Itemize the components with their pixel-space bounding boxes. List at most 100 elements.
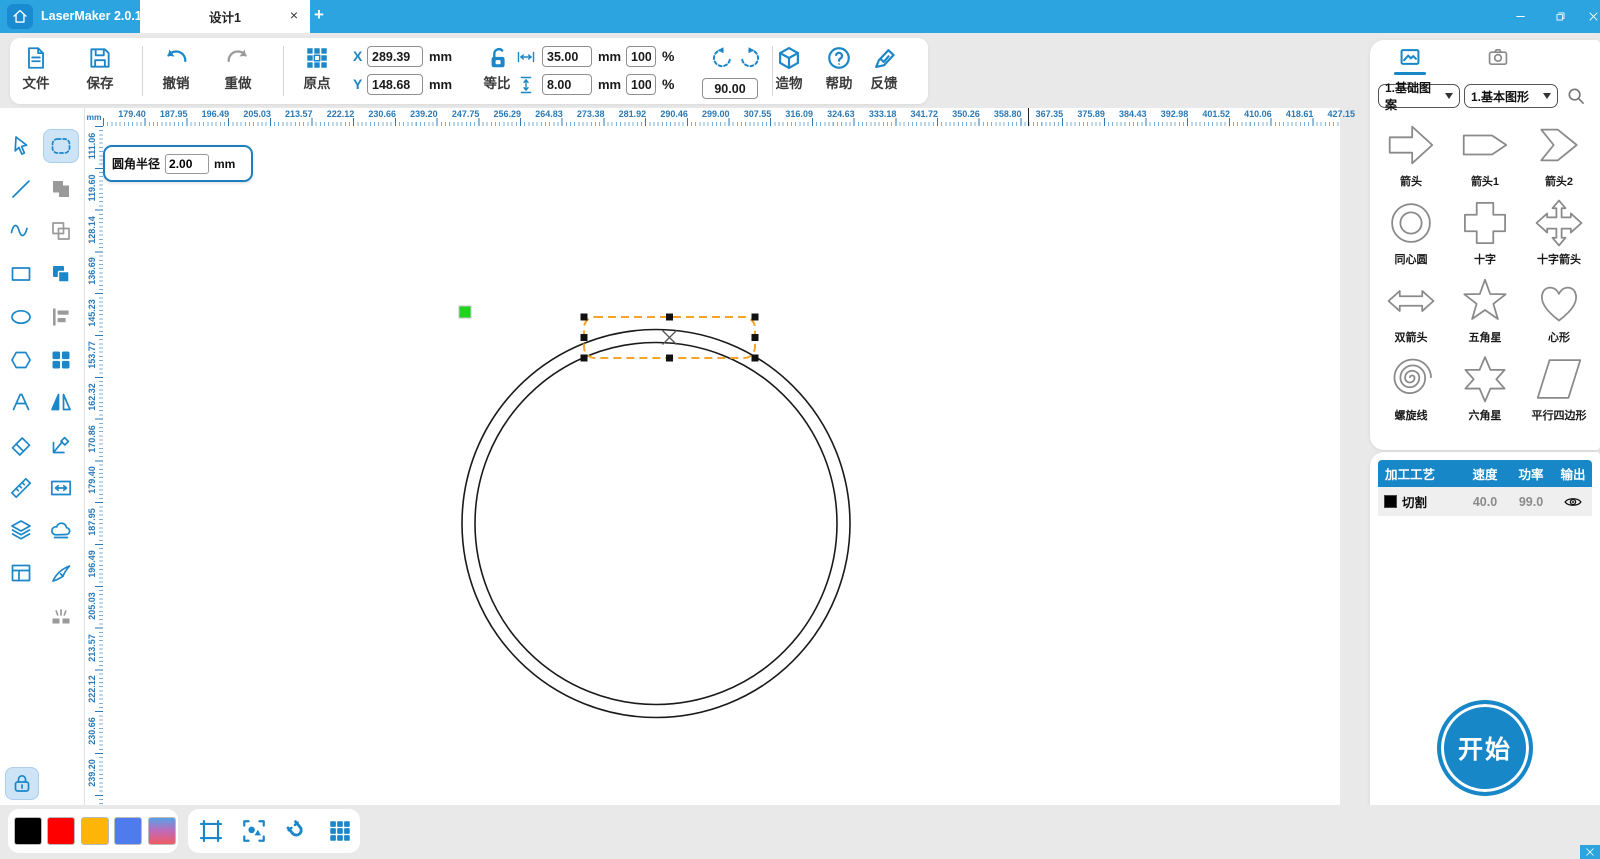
rotate-angle-input[interactable]: [702, 78, 758, 99]
shape-label: 十字箭头: [1522, 251, 1596, 267]
layers-tool[interactable]: [4, 514, 38, 546]
selection-handle[interactable]: [581, 314, 588, 321]
width-percent-input[interactable]: [626, 46, 656, 67]
shape-star-5[interactable]: 五角星: [1448, 273, 1522, 351]
break-apart-tool[interactable]: [44, 600, 78, 632]
selection-handle[interactable]: [752, 355, 759, 362]
restore-button[interactable]: [1552, 8, 1569, 25]
text-tool[interactable]: [4, 386, 38, 418]
undo-button[interactable]: 撤销: [150, 43, 202, 93]
ruler-tick-label: 401.52: [1195, 109, 1237, 119]
shape-arrow-pentagon[interactable]: 箭头1: [1448, 117, 1522, 195]
ellipse-tool[interactable]: [4, 301, 38, 333]
undo-icon: [163, 45, 189, 71]
selection-handle[interactable]: [581, 334, 588, 341]
tab-design1[interactable]: 设计1 ×: [140, 0, 310, 33]
new-tab-button[interactable]: +: [314, 5, 324, 25]
design-outer-circle[interactable]: [462, 330, 850, 718]
shape-cross-arrows[interactable]: 十字箭头: [1522, 195, 1596, 273]
fillet-radius-input[interactable]: [165, 154, 209, 174]
process-row[interactable]: 切割40.099.0: [1378, 487, 1592, 516]
drag-canvas-tool-icon: [49, 518, 73, 542]
cross-arrows-icon: [1533, 197, 1585, 249]
pen-tool[interactable]: [44, 557, 78, 589]
height-percent-input[interactable]: [626, 74, 656, 95]
ruler-tool[interactable]: [4, 472, 38, 504]
template-tool[interactable]: [4, 557, 38, 589]
intersect-tool[interactable]: [44, 258, 78, 290]
ruler-tick-label: 264.83: [528, 109, 570, 119]
curve-tool[interactable]: [4, 215, 38, 247]
design-inner-circle[interactable]: [475, 343, 837, 705]
shape-double-arrow[interactable]: 双箭头: [1374, 273, 1448, 351]
array-tool[interactable]: [44, 344, 78, 376]
shape-parallelogram[interactable]: 平行四边形: [1522, 351, 1596, 429]
shape-label: 五角星: [1448, 329, 1522, 345]
workspace-frame-button[interactable]: [196, 816, 226, 846]
angle-measure-tool[interactable]: [44, 429, 78, 461]
redo-button[interactable]: 重做: [212, 43, 264, 93]
polygon-tool[interactable]: [4, 344, 38, 376]
shape-arrow-chevron[interactable]: 箭头2: [1522, 117, 1596, 195]
rotate-ccw-icon[interactable]: [710, 46, 734, 70]
category-dropdown-1[interactable]: 1.基础图案: [1378, 84, 1460, 108]
mirror-tool[interactable]: [44, 386, 78, 418]
save-button[interactable]: 保存: [74, 43, 126, 93]
minimize-button[interactable]: [1512, 8, 1529, 25]
shape-spiral[interactable]: 螺旋线: [1374, 351, 1448, 429]
search-icon[interactable]: [1566, 86, 1586, 106]
home-button[interactable]: [7, 4, 33, 29]
feedback-button[interactable]: 反馈: [858, 43, 910, 93]
y-position-input[interactable]: [367, 74, 423, 95]
color-swatch-black[interactable]: [14, 817, 42, 845]
color-swatch-blue[interactable]: [114, 817, 142, 845]
color-swatch-gradient[interactable]: [148, 817, 176, 845]
shape-concentric-circles[interactable]: 同心圆: [1374, 195, 1448, 273]
rectangle-tool[interactable]: [4, 258, 38, 290]
start-button[interactable]: 开始: [1437, 700, 1533, 796]
shape-cross[interactable]: 十字: [1448, 195, 1522, 273]
preview-fit-button[interactable]: [239, 816, 269, 846]
selection-handle[interactable]: [666, 314, 673, 321]
align-tool[interactable]: [44, 301, 78, 333]
close-button[interactable]: [1585, 8, 1600, 25]
shape-star-6[interactable]: 六角星: [1448, 351, 1522, 429]
process-header-col: 加工工艺: [1378, 464, 1462, 483]
dimension-tool[interactable]: [44, 472, 78, 504]
fillet-tool[interactable]: [44, 130, 78, 162]
selection-handle[interactable]: [752, 334, 759, 341]
shape-arrow-right[interactable]: 箭头: [1374, 117, 1448, 195]
width-input[interactable]: [542, 46, 592, 67]
selection-handle[interactable]: [581, 355, 588, 362]
selection-handle[interactable]: [666, 355, 673, 362]
eraser-tool[interactable]: [4, 429, 38, 461]
grid-toggle-button[interactable]: [325, 816, 355, 846]
weld-tool[interactable]: [44, 173, 78, 205]
canvas-tools-bar: [188, 809, 360, 853]
rotate-cw-icon[interactable]: [738, 46, 762, 70]
origin-marker[interactable]: [459, 306, 471, 318]
snap-magnet-button[interactable]: [282, 816, 312, 846]
file-button[interactable]: 文件: [10, 43, 62, 93]
line-tool[interactable]: [4, 173, 38, 205]
subtract-tool[interactable]: [44, 215, 78, 247]
build-button[interactable]: 造物: [763, 43, 815, 93]
category-dropdown-2[interactable]: 1.基本图形: [1464, 84, 1558, 108]
notification-chip[interactable]: [1580, 845, 1600, 859]
tab-camera[interactable]: [1484, 46, 1512, 68]
origin-button[interactable]: 原点: [291, 43, 343, 93]
select-tool[interactable]: [4, 130, 38, 162]
x-position-input[interactable]: [367, 46, 423, 67]
height-input[interactable]: [542, 74, 592, 95]
shape-heart[interactable]: 心形: [1522, 273, 1596, 351]
drag-canvas-tool[interactable]: [44, 514, 78, 546]
design-canvas[interactable]: [103, 126, 1340, 805]
tab-graphics-library[interactable]: [1396, 46, 1424, 68]
eye-icon[interactable]: [1563, 492, 1583, 512]
color-swatch-orange[interactable]: [81, 817, 109, 845]
selection-handle[interactable]: [752, 314, 759, 321]
lock-tool[interactable]: [6, 768, 38, 799]
tab-close-icon[interactable]: ×: [290, 7, 298, 23]
color-swatch-red[interactable]: [47, 817, 75, 845]
width-arrow-icon: [516, 47, 536, 67]
